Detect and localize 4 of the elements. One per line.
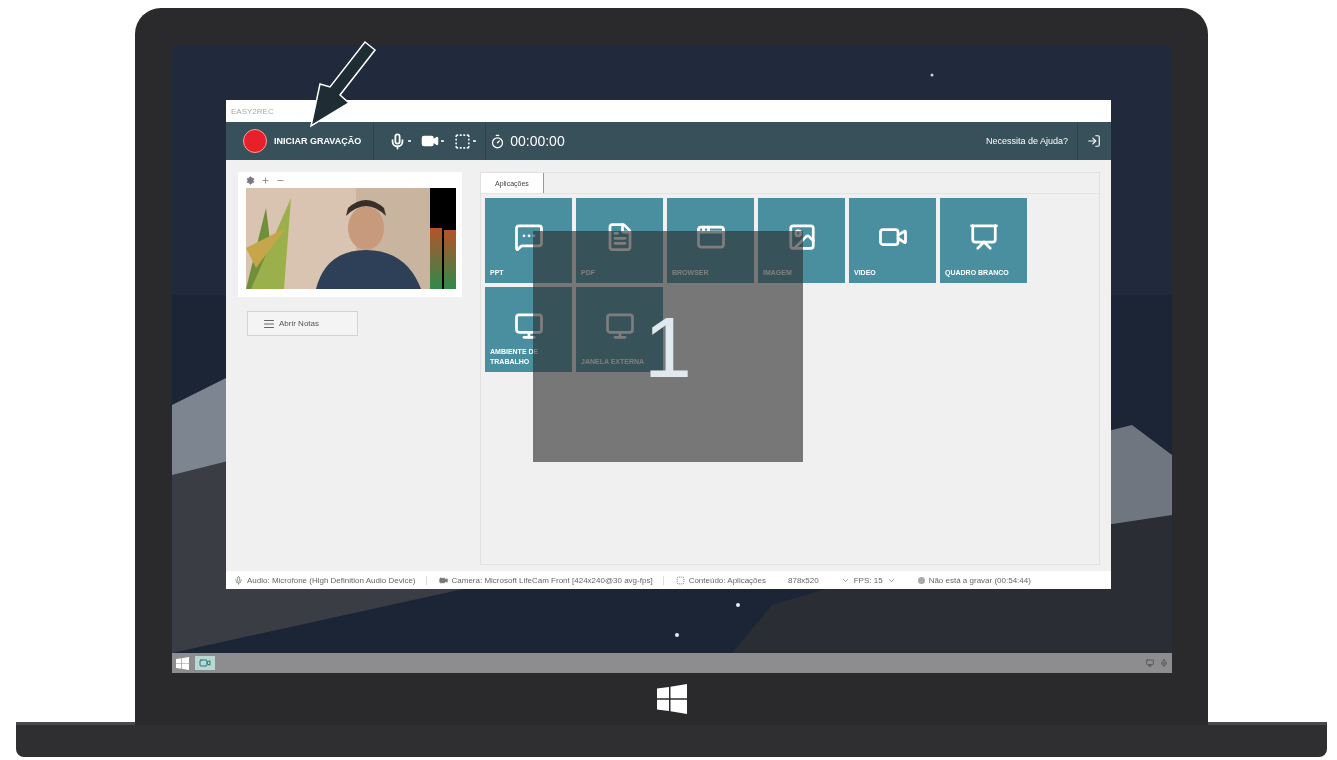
app-taskbar-icon[interactable] (195, 656, 215, 670)
camera-icon (199, 657, 211, 669)
windows-logo-icon (657, 684, 687, 714)
start-icon (176, 656, 189, 670)
